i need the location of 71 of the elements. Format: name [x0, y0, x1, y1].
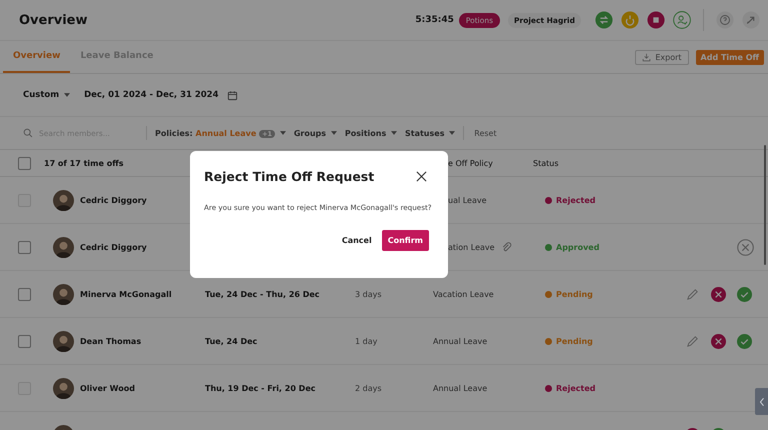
- edit-icon[interactable]: [685, 334, 700, 348]
- search-icon: [23, 128, 33, 138]
- checkbox[interactable]: [18, 156, 30, 170]
- rocket-icon[interactable]: [742, 11, 760, 29]
- calendar-icon[interactable]: [226, 90, 238, 100]
- column-header: Status: [533, 158, 558, 168]
- avatar: [53, 284, 74, 304]
- avatar: [53, 190, 74, 210]
- download-icon: [642, 52, 652, 62]
- status-label: Rejected: [556, 196, 596, 204]
- date-cell: Tue, 24 Dec: [205, 336, 258, 346]
- edit-icon[interactable]: [685, 286, 700, 302]
- groups-filter[interactable]: Groups: [294, 128, 337, 138]
- checkbox[interactable]: [18, 240, 30, 254]
- user-icon[interactable]: [673, 11, 691, 29]
- approve-icon[interactable]: [737, 334, 752, 348]
- reset-button[interactable]: Reset: [474, 128, 497, 138]
- checkbox[interactable]: [18, 288, 30, 300]
- row-count: 17 of 17 time offs: [44, 158, 124, 168]
- timer: 5:35:45: [415, 15, 454, 25]
- approve-icon[interactable]: [737, 286, 752, 302]
- page-title: Overview: [19, 12, 88, 28]
- date-cell: Tue, 24 Dec - Thu, 26 Dec: [205, 290, 320, 298]
- avatar: [53, 378, 74, 398]
- range-dropdown[interactable]: Custom: [23, 90, 70, 100]
- policy-cell: Annual Leave: [433, 336, 488, 346]
- policy-cell: Annual Leave: [433, 384, 488, 392]
- column-header: e Off Policy: [447, 158, 494, 168]
- caret-icon: [280, 131, 286, 136]
- reject-icon[interactable]: [711, 334, 726, 348]
- collapse-tab[interactable]: [755, 388, 768, 415]
- policy-cell: ual Leave: [448, 196, 487, 204]
- status-label: Pending: [556, 336, 593, 346]
- member-name: Minerva McGonagall: [80, 290, 172, 298]
- member-name: Oliver Wood: [80, 384, 135, 392]
- checkbox[interactable]: [18, 334, 30, 348]
- caret-icon: [330, 131, 337, 136]
- avatar: [53, 236, 74, 258]
- chevron-icon: [758, 396, 764, 406]
- avatar: [53, 330, 74, 352]
- scrollbar[interactable]: [764, 145, 766, 265]
- member-name: Cedric Diggory: [80, 196, 147, 204]
- positions-filter[interactable]: Positions: [344, 128, 397, 138]
- statuses-filter[interactable]: Statuses: [405, 128, 456, 138]
- date-range[interactable]: Dec, 01 2024 - Dec, 31 2024: [84, 90, 219, 100]
- status-label: Pending: [556, 290, 593, 298]
- help-icon[interactable]: [716, 11, 734, 29]
- cancel-icon[interactable]: [737, 238, 754, 256]
- policy-cell: Vacation Leave: [433, 290, 494, 298]
- paperclip-icon[interactable]: [500, 242, 512, 252]
- cancel-button[interactable]: Cancel: [342, 236, 372, 245]
- days-cell: 2 days: [355, 384, 382, 392]
- member-name: Cedric Diggory: [80, 242, 147, 252]
- confirm-button[interactable]: Confirm: [382, 230, 429, 251]
- export-button[interactable]: Export: [635, 50, 689, 64]
- date-cell: Thu, 19 Dec - Fri, 20 Dec: [205, 384, 316, 392]
- days-cell: 3 days: [355, 290, 382, 298]
- break-icon[interactable]: [621, 11, 639, 29]
- dialog-title: Reject Time Off Request: [204, 169, 374, 184]
- stop-icon[interactable]: [647, 11, 665, 29]
- member-name: Dean Thomas: [80, 336, 142, 346]
- switch-icon[interactable]: [595, 11, 613, 29]
- policy-cell: ation Leave: [448, 242, 495, 252]
- status-label: Rejected: [556, 384, 596, 392]
- status-label: Approved: [556, 242, 600, 252]
- caret-icon: [64, 92, 70, 97]
- reject-icon[interactable]: [711, 286, 726, 302]
- caret-icon: [391, 131, 397, 136]
- days-cell: 1 day: [355, 336, 378, 346]
- caret-icon: [449, 131, 456, 136]
- close-icon[interactable]: [416, 171, 427, 182]
